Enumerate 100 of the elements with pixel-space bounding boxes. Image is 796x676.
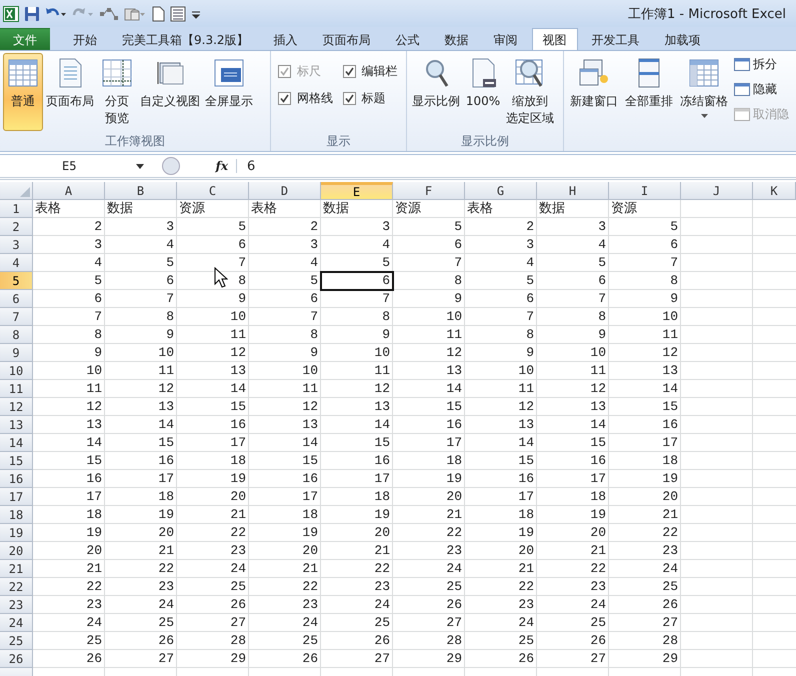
row-header[interactable]: 20 [0,542,33,560]
cell-text: 27 [446,615,462,630]
row-header[interactable]: 25 [0,632,33,650]
row-header[interactable]: 13 [0,416,33,434]
row-header[interactable]: 1 [0,200,33,218]
cell-text: 9 [454,291,462,306]
new-document-icon[interactable] [151,6,165,22]
resize-handle[interactable] [162,157,180,175]
cell-text: 3 [598,219,606,234]
row-header[interactable]: 23 [0,596,33,614]
excel-logo-icon[interactable] [3,6,19,22]
column-header[interactable]: A [33,182,105,200]
cell-text: 17 [158,471,174,486]
cell-text: 4 [310,255,318,270]
cell-text: 12 [662,345,678,360]
function-label[interactable]: fx [180,159,237,173]
cell-text: 15 [518,453,534,468]
row-header[interactable]: 3 [0,236,33,254]
ribbon-button[interactable]: 拆分 [732,53,793,75]
row-header[interactable]: 4 [0,254,33,272]
ribbon-tab[interactable]: 数据 [434,28,480,50]
cell-text: 28 [446,633,462,648]
row-header[interactable]: 6 [0,290,33,308]
column-header[interactable]: I [609,182,681,200]
ribbon-button[interactable]: 冻结窗格 [677,53,731,131]
row-header[interactable]: 22 [0,578,33,596]
cell-text: 24 [86,615,102,630]
checkbox[interactable] [342,92,356,105]
row-header[interactable]: 24 [0,614,33,632]
ribbon-button[interactable]: 自定义视图 [138,53,202,131]
ribbon-tab[interactable]: 公式 [384,28,431,50]
row-header[interactable]: 12 [0,398,33,416]
row-header[interactable]: 26 [0,650,33,668]
column-header[interactable]: C [177,182,249,200]
ribbon-button[interactable]: 分页 预览 [97,53,137,131]
row-header[interactable]: 2 [0,218,33,236]
file-tab[interactable]: 文件 [0,28,50,50]
column-header[interactable]: H [537,182,609,200]
column-header[interactable]: K [753,182,796,200]
row-header[interactable]: 21 [0,560,33,578]
row-header[interactable]: 9 [0,344,33,362]
checkbox-label[interactable]: 标题 [362,90,386,107]
cylinder-icon[interactable] [124,6,146,22]
cell-text: 24 [374,597,390,612]
ribbon-tab[interactable]: 完美工具箱【9.3.2版】 [111,28,260,50]
row-header[interactable]: 18 [0,506,33,524]
column-header[interactable]: E [321,182,393,200]
ribbon-tab[interactable]: 页面布局 [312,28,382,50]
ribbon-tab[interactable]: 开发工具 [580,28,651,50]
cell-text: 6 [670,237,678,252]
cell-text: 7 [166,291,174,306]
row-header[interactable]: 5 [0,272,33,290]
cell-text: 10 [230,309,246,324]
cell-text: 4 [94,255,102,270]
row-header[interactable]: 10 [0,362,33,380]
row-header[interactable]: 15 [0,452,33,470]
ribbon-button[interactable]: 显示比例 [410,53,462,131]
formula-field[interactable]: 6 [237,158,796,174]
column-header[interactable]: F [393,182,465,200]
cell-text: 7 [94,309,102,324]
column-header[interactable]: D [249,182,321,200]
ribbon-button[interactable]: 缩放到 选定区域 [504,53,556,131]
name-box[interactable]: E5 [0,159,150,173]
ribbon-button[interactable]: 新建窗口 [567,53,621,131]
checkbox[interactable] [342,65,356,78]
cell-text: 8 [166,309,174,324]
checkbox[interactable] [278,92,291,105]
ribbon-tab[interactable]: 插入 [262,28,309,50]
cell-text: 17 [446,435,462,450]
ribbon-button[interactable]: 隐藏 [732,78,793,100]
save-icon[interactable] [24,6,40,22]
checkbox-label[interactable]: 网格线 [297,90,333,107]
column-header[interactable]: B [105,182,177,200]
ribbon-tab[interactable]: 开始 [62,28,108,50]
cell-text: 12 [446,345,462,360]
column-header[interactable]: J [681,182,753,200]
row-header[interactable]: 17 [0,488,33,506]
row-header[interactable]: 16 [0,470,33,488]
cell-text: 7 [670,255,678,270]
form-icon[interactable] [170,6,186,22]
ribbon-button[interactable]: 全部重排 [622,53,676,131]
row-header[interactable]: 8 [0,326,33,344]
row-header[interactable]: 19 [0,524,33,542]
cell-text: 12 [302,399,318,414]
grid-icon [7,57,39,89]
ribbon-tab[interactable]: 加载项 [654,28,712,50]
row-header[interactable]: 11 [0,380,33,398]
ribbon-button[interactable]: 普通 [3,53,43,131]
checkbox-label[interactable]: 编辑栏 [362,63,398,80]
ribbon-tab[interactable]: 视图 [532,28,578,50]
shapes-icon[interactable] [99,6,119,22]
ribbon-button[interactable]: 页面布局 [44,53,96,131]
ribbon-button[interactable]: 100% [463,53,503,131]
ribbon-tab[interactable]: 审阅 [482,28,529,50]
cell-text: 20 [86,543,102,558]
row-header[interactable]: 7 [0,308,33,326]
cell-text: 23 [590,579,606,594]
row-header[interactable]: 14 [0,434,33,452]
ribbon-button[interactable]: 全屏显示 [203,53,255,131]
column-header[interactable]: G [465,182,537,200]
